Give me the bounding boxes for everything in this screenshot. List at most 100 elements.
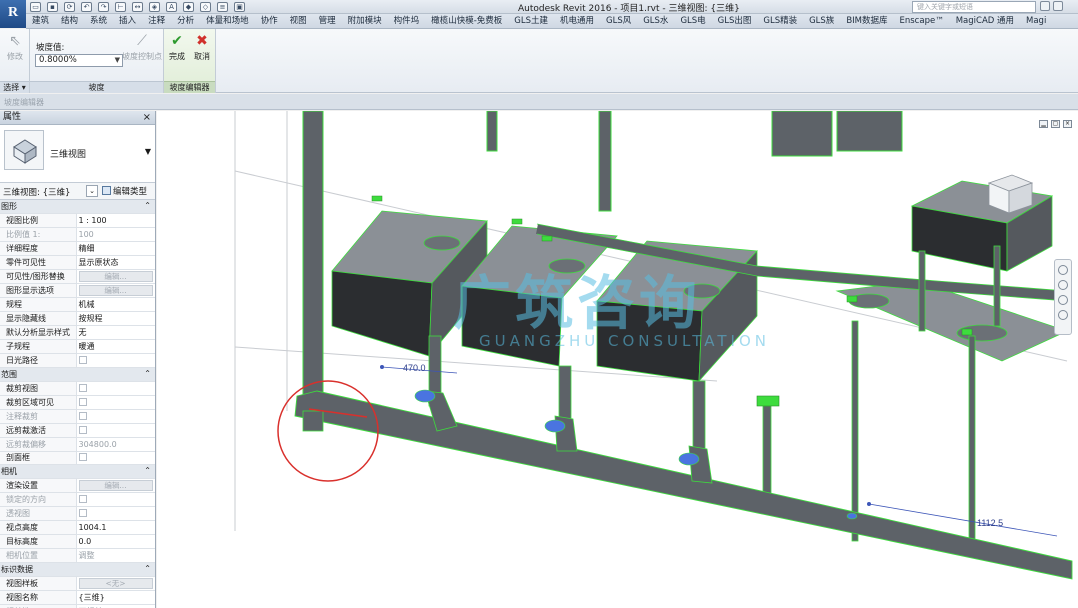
ribbon-tab[interactable]: 注释 (142, 14, 171, 29)
property-edit-button[interactable]: 编辑... (78, 480, 153, 492)
zoom-icon[interactable] (1058, 280, 1068, 290)
ribbon-tab[interactable]: Enscape™ (894, 14, 950, 29)
ribbon-tab[interactable]: 协作 (255, 14, 284, 29)
property-checkbox[interactable] (78, 383, 87, 392)
property-value (76, 492, 155, 508)
property-value (76, 423, 155, 438)
ribbon-tab[interactable]: GLS水 (637, 14, 674, 29)
undo-icon[interactable]: ↶ (81, 2, 92, 12)
property-edit-button[interactable]: 编辑... (78, 285, 153, 297)
ribbon-tab[interactable]: MagiCAD 通用 (950, 14, 1020, 29)
property-value[interactable]: 1004.1 (76, 520, 155, 536)
ribbon-tab[interactable]: 视图 (284, 14, 313, 29)
ribbon-tab[interactable]: 建筑 (26, 14, 55, 29)
property-group-header[interactable]: 范围 ⌃ (0, 367, 155, 382)
finish-button[interactable]: ✔ 完成 (166, 33, 188, 62)
orbit-icon[interactable] (1058, 310, 1068, 320)
ribbon-tab[interactable]: 机电通用 (554, 14, 600, 29)
search-input[interactable]: 键入关键字或短语 (912, 1, 1036, 13)
property-value[interactable]: {三维} (76, 590, 155, 605)
property-value[interactable]: 精细 (76, 241, 155, 257)
ribbon-tab[interactable]: GLS电 (674, 14, 711, 29)
modify-button[interactable]: ⇖ 修改 (3, 33, 27, 62)
ribbon-tab[interactable]: GLS精装 (757, 14, 803, 29)
3d-view-icon[interactable]: ◆ (183, 2, 194, 12)
property-group-header[interactable]: 标识数据 ⌃ (0, 562, 155, 577)
ribbon-tab[interactable]: GLS土建 (508, 14, 554, 29)
property-checkbox[interactable] (78, 397, 87, 406)
edit-type-button[interactable]: 编辑类型 (102, 185, 147, 197)
3d-viewport[interactable]: ▁ ▢ × 470.0 1112.5 广筑咨询 GUANGZHU CONSULT… (157, 111, 1078, 608)
minimize-icon[interactable]: ▁ (1039, 120, 1048, 128)
switch-windows-icon[interactable]: ▣ (234, 2, 245, 12)
property-value[interactable]: 按规程 (76, 311, 155, 327)
section-icon[interactable]: ◇ (200, 2, 211, 12)
type-selector[interactable]: 三维视图 ▼ (0, 125, 155, 183)
close-icon[interactable]: × (1063, 120, 1072, 128)
slope-control-point-button[interactable]: ⟋ 坡度控制点 (122, 33, 162, 62)
property-group-header[interactable]: 相机 ⌃ (0, 464, 155, 480)
application-menu-button[interactable]: R (0, 0, 26, 28)
ribbon-tab[interactable]: 系统 (84, 14, 113, 29)
chevron-down-icon[interactable]: ⌄ (86, 185, 98, 197)
redo-icon[interactable]: ↷ (98, 2, 109, 12)
chevron-down-icon[interactable]: ▼ (145, 147, 151, 156)
ribbon-tab[interactable]: GLS风 (600, 14, 637, 29)
tag-icon[interactable]: ◈ (149, 2, 160, 12)
collapse-icon[interactable]: ⌃ (144, 201, 151, 210)
select-panel-label[interactable]: 选择 ▾ (0, 81, 29, 93)
ribbon-tab[interactable]: 橄榄山快模-免费板 (425, 14, 508, 29)
ribbon-tab[interactable]: 分析 (171, 14, 200, 29)
ribbon-tab[interactable]: 附加模块 (342, 14, 388, 29)
ribbon-tab[interactable]: BIM数据库 (840, 14, 893, 29)
thin-lines-icon[interactable]: ≡ (217, 2, 228, 12)
pan-icon[interactable] (1058, 295, 1068, 305)
ribbon-tab[interactable]: 管理 (313, 14, 342, 29)
property-name: 零件可见性 (0, 255, 77, 271)
property-name: 显示隐藏线 (0, 311, 77, 327)
slope-editor-panel: ✔ 完成 ✖ 取消 坡度编辑器 (164, 29, 216, 93)
ribbon-tab[interactable]: GLS族 (803, 14, 840, 29)
property-checkbox[interactable] (78, 355, 87, 364)
property-row: 默认分析显示样式无 (0, 325, 155, 340)
save-icon[interactable]: ▪ (47, 2, 58, 12)
close-icon[interactable]: × (143, 111, 151, 124)
property-value[interactable]: 1 : 100 (76, 213, 155, 229)
restore-icon[interactable]: ▢ (1051, 120, 1060, 128)
ribbon-tab[interactable]: 插入 (113, 14, 142, 29)
collapse-icon[interactable]: ⌃ (144, 564, 151, 573)
navigation-bar[interactable] (1054, 259, 1072, 335)
help-icon[interactable] (1053, 1, 1063, 11)
property-group-header[interactable]: 图形 ⌃ (0, 200, 155, 215)
search-icon[interactable] (1040, 1, 1050, 11)
property-checkbox[interactable] (78, 425, 87, 434)
property-edit-button[interactable]: <无> (78, 578, 153, 589)
sync-icon[interactable]: ⟳ (64, 2, 75, 12)
close-icon: ✖ (196, 33, 208, 49)
cancel-button[interactable]: ✖ 取消 (191, 33, 213, 62)
open-icon[interactable]: ▭ (30, 2, 41, 12)
property-value[interactable]: 暖通 (76, 339, 155, 354)
properties-header: 属性 × (0, 111, 155, 125)
instance-selector[interactable]: 三维视图: {三维} (3, 186, 70, 198)
property-value[interactable]: 机械 (76, 297, 155, 313)
slope-value-field[interactable]: 0.8000% ▼ (35, 54, 123, 67)
steering-wheel-icon[interactable] (1058, 265, 1068, 275)
property-value[interactable]: 无 (76, 325, 155, 340)
property-edit-button[interactable]: 编辑... (78, 271, 153, 283)
collapse-icon[interactable]: ⌃ (144, 369, 151, 378)
ribbon-tab[interactable]: 体量和场地 (200, 14, 255, 29)
ribbon-tab[interactable]: 构件坞 (388, 14, 426, 29)
property-value[interactable]: 0.0 (76, 534, 155, 550)
ribbon-tab[interactable]: GLS出图 (712, 14, 758, 29)
collapse-icon[interactable]: ⌃ (144, 466, 151, 475)
text-icon[interactable]: A (166, 2, 177, 12)
measure-icon[interactable]: ⊢ (115, 2, 126, 12)
ribbon-tab[interactable]: 结构 (55, 14, 84, 29)
property-checkbox[interactable] (78, 453, 87, 462)
property-name: 可见性/图形替换 (0, 269, 77, 285)
ribbon-tab[interactable]: Magi (1020, 14, 1052, 29)
pipe-model-scene[interactable] (157, 111, 1078, 608)
property-value[interactable]: 显示原状态 (76, 255, 155, 271)
dimension-icon[interactable]: ↔ (132, 2, 143, 12)
